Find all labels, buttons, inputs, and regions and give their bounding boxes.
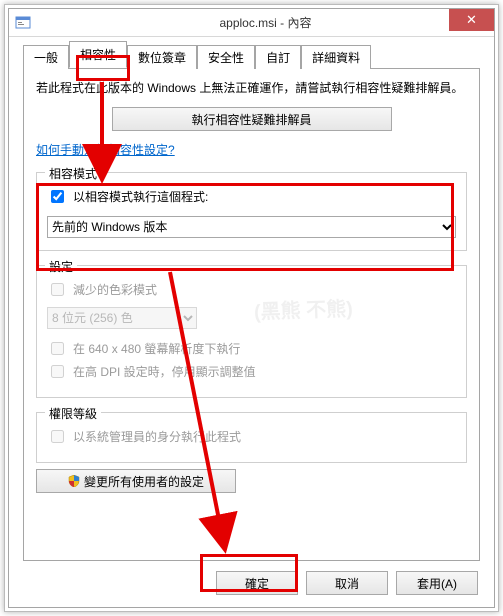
tab-label: 詳細資料	[312, 51, 360, 65]
reduced-color-checkbox	[51, 283, 64, 296]
tab-label: 自訂	[266, 51, 290, 65]
highdpi-checkbox	[51, 365, 64, 378]
close-button[interactable]: ✕	[449, 9, 494, 31]
checkbox-label: 減少的色彩模式	[73, 281, 157, 298]
run-as-admin-checkbox-row: 以系統管理員的身分執行此程式	[47, 427, 456, 446]
res640-checkbox-row: 在 640 x 480 螢幕解析度下執行	[47, 339, 456, 358]
group-title: 設定	[45, 258, 77, 275]
hint-text: 若此程式在此版本的 Windows 上無法正確運作，請嘗試執行相容性疑難排解員。	[36, 79, 467, 97]
link-label: 如何手動選擇相容性設定?	[36, 143, 175, 157]
group-title: 相容模式	[45, 165, 101, 182]
tab-custom[interactable]: 自訂	[255, 45, 301, 69]
tab-label: 相容性	[80, 48, 116, 62]
app-icon	[15, 15, 31, 31]
help-link[interactable]: 如何手動選擇相容性設定?	[36, 141, 175, 158]
run-as-admin-checkbox	[51, 430, 64, 443]
ok-button[interactable]: 確定	[216, 571, 298, 595]
button-label: 執行相容性疑難排解員	[191, 113, 311, 127]
close-icon: ✕	[466, 12, 477, 28]
tab-label: 數位簽章	[138, 51, 186, 65]
group-title: 權限等級	[45, 405, 101, 422]
button-label: 確定	[245, 577, 269, 591]
tab-details[interactable]: 詳細資料	[301, 45, 371, 69]
button-label: 取消	[335, 577, 359, 591]
titlebar: apploc.msi - 內容 ✕	[9, 9, 494, 37]
compat-mode-checkbox-row[interactable]: 以相容模式執行這個程式:	[47, 187, 456, 206]
shield-icon	[68, 475, 80, 487]
apply-button[interactable]: 套用(A)	[396, 571, 478, 595]
group-compat-mode: 相容模式 以相容模式執行這個程式: 先前的 Windows 版本	[36, 172, 467, 251]
tabstrip: 一般 相容性 數位簽章 安全性 自訂 詳細資料	[23, 45, 480, 69]
tab-digital-signatures[interactable]: 數位簽章	[127, 45, 197, 69]
tab-label: 安全性	[208, 51, 244, 65]
group-settings: 設定 減少的色彩模式 8 位元 (256) 色 在 640 x 480 螢幕解析…	[36, 265, 467, 398]
tab-body: 若此程式在此版本的 Windows 上無法正確運作，請嘗試執行相容性疑難排解員。…	[23, 69, 480, 561]
checkbox-label: 在高 DPI 設定時，停用顯示調整值	[73, 363, 256, 380]
res640-checkbox	[51, 342, 64, 355]
compat-mode-select[interactable]: 先前的 Windows 版本	[47, 216, 456, 238]
compat-mode-checkbox[interactable]	[51, 190, 64, 203]
properties-window: apploc.msi - 內容 ✕ 一般 相容性 數位簽章 安全性 自訂 詳細資…	[8, 8, 495, 608]
button-label: 變更所有使用者的設定	[84, 473, 204, 490]
color-bits-select: 8 位元 (256) 色	[47, 307, 197, 329]
checkbox-label: 在 640 x 480 螢幕解析度下執行	[73, 340, 240, 357]
reduced-color-checkbox-row: 減少的色彩模式	[47, 280, 456, 299]
tab-label: 一般	[34, 51, 58, 65]
dialog-button-row: 確定 取消 套用(A)	[23, 561, 480, 597]
highdpi-checkbox-row: 在高 DPI 設定時，停用顯示調整值	[47, 362, 456, 381]
checkbox-label: 以相容模式執行這個程式:	[73, 188, 208, 205]
change-all-users-button[interactable]: 變更所有使用者的設定	[36, 469, 236, 493]
button-label: 套用(A)	[417, 577, 457, 591]
tab-security[interactable]: 安全性	[197, 45, 255, 69]
group-privilege: 權限等級 以系統管理員的身分執行此程式	[36, 412, 467, 463]
content-area: 一般 相容性 數位簽章 安全性 自訂 詳細資料 若此程式在此版本的 Window…	[9, 37, 494, 607]
run-troubleshooter-button[interactable]: 執行相容性疑難排解員	[112, 107, 392, 131]
checkbox-label: 以系統管理員的身分執行此程式	[73, 428, 241, 445]
tab-compatibility[interactable]: 相容性	[69, 41, 127, 68]
cancel-button[interactable]: 取消	[306, 571, 388, 595]
tab-general[interactable]: 一般	[23, 45, 69, 69]
window-title: apploc.msi - 內容	[37, 14, 494, 31]
